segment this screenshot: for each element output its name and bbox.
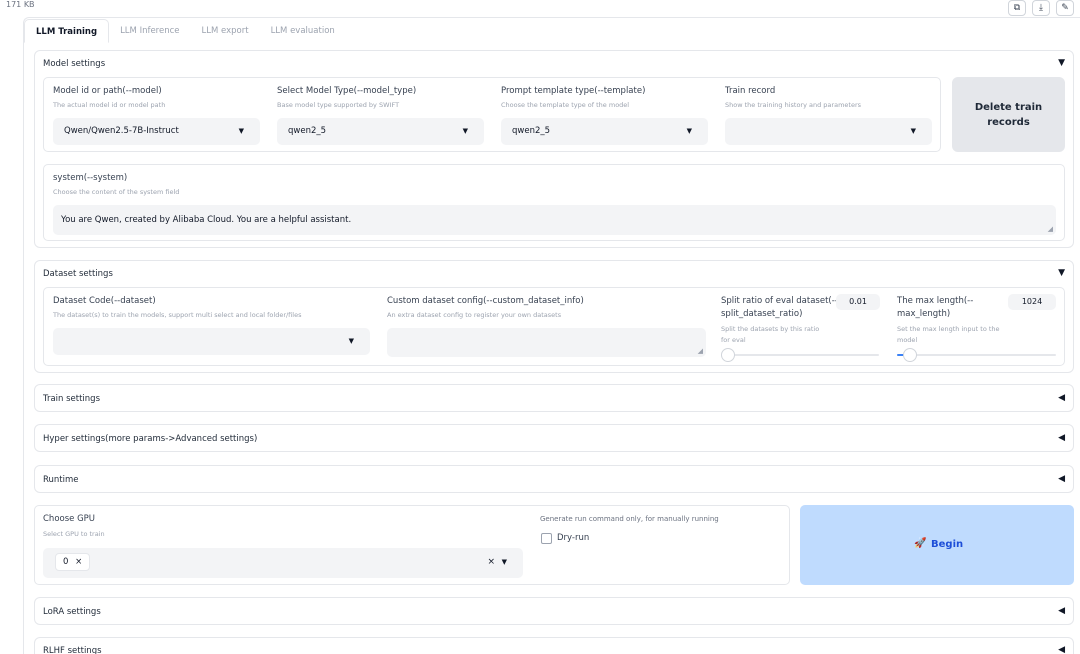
model-type-hint: Base model type supported by SWIFT bbox=[277, 101, 400, 109]
split-ratio-hint-line2: for eval bbox=[721, 336, 746, 344]
dataset-settings-section: Dataset settings ▼ Dataset Code(--datase… bbox=[34, 260, 1074, 373]
custom-dataset-label: Custom dataset config(--custom_dataset_i… bbox=[387, 296, 584, 306]
train-settings-section[interactable]: Train settings ◀ bbox=[34, 384, 1074, 412]
tab-llm-evaluation[interactable]: LLM evaluation bbox=[260, 19, 346, 43]
template-dropdown[interactable]: qwen2_5 ▼ bbox=[501, 118, 708, 145]
dry-run-label[interactable]: Dry-run bbox=[557, 533, 589, 543]
split-ratio-input[interactable]: 0.01 bbox=[836, 294, 880, 310]
edit-icon[interactable]: ✎ bbox=[1056, 0, 1074, 16]
model-value: Qwen/Qwen2.5-7B-Instruct bbox=[64, 126, 179, 136]
tab-llm-inference[interactable]: LLM Inference bbox=[109, 19, 190, 43]
model-label: Model id or path(--model) bbox=[53, 86, 162, 96]
model-type-label: Select Model Type(--model_type) bbox=[277, 86, 417, 96]
runtime-section[interactable]: Runtime ◀ bbox=[34, 465, 1074, 493]
begin-button[interactable]: 🚀 Begin bbox=[800, 505, 1074, 585]
tab-llm-training[interactable]: LLM Training bbox=[24, 19, 110, 43]
clear-all-icon[interactable]: × bbox=[487, 557, 495, 567]
dataset-label: Dataset Code(--dataset) bbox=[53, 296, 156, 306]
hyper-settings-section[interactable]: Hyper settings(more params->Advanced set… bbox=[34, 424, 1074, 452]
model-type-dropdown[interactable]: qwen2_5 ▼ bbox=[277, 118, 484, 145]
model-fields-group: Model id or path(--model) The actual mod… bbox=[43, 77, 941, 152]
resize-handle-icon[interactable]: ◢ bbox=[698, 347, 703, 355]
collapse-arrow-icon[interactable]: ◀ bbox=[1058, 606, 1065, 616]
lora-settings-title[interactable]: LoRA settings bbox=[43, 607, 101, 617]
model-hint: The actual model id or model path bbox=[53, 101, 166, 109]
caret-down-icon[interactable]: ▼ bbox=[502, 558, 507, 566]
model-type-value: qwen2_5 bbox=[288, 126, 327, 136]
custom-dataset-textarea[interactable]: ◢ bbox=[387, 328, 706, 357]
gpu-chip[interactable]: 0 × bbox=[55, 553, 91, 571]
system-hint: Choose the content of the system field bbox=[53, 188, 180, 196]
model-dropdown[interactable]: Qwen/Qwen2.5-7B-Instruct ▼ bbox=[53, 118, 260, 145]
system-label: system(--system) bbox=[53, 173, 128, 183]
train-settings-title[interactable]: Train settings bbox=[43, 394, 100, 404]
max-length-input[interactable]: 1024 bbox=[1008, 294, 1056, 310]
collapse-arrow-icon[interactable]: ◀ bbox=[1058, 645, 1065, 654]
gpu-dryrun-group: Choose GPU Select GPU to train 0 × × ▼ G… bbox=[34, 505, 790, 585]
collapse-arrow-icon[interactable]: ◀ bbox=[1058, 474, 1065, 484]
hyper-settings-title[interactable]: Hyper settings(more params->Advanced set… bbox=[43, 434, 257, 444]
max-length-slider-thumb[interactable] bbox=[903, 348, 917, 362]
begin-label: Begin bbox=[931, 539, 964, 550]
system-textarea[interactable]: You are Qwen, created by Alibaba Cloud. … bbox=[53, 205, 1056, 235]
rocket-icon: 🚀 bbox=[914, 538, 927, 549]
top-bar: 171 KB ⧉ ⤓ ✎ bbox=[0, 0, 1080, 16]
split-ratio-label-line2: split_dataset_ratio) bbox=[721, 309, 803, 319]
delete-train-records-button[interactable]: Delete train records bbox=[952, 77, 1065, 152]
top-icons: ⧉ ⤓ ✎ bbox=[1008, 0, 1074, 16]
caret-down-icon: ▼ bbox=[238, 127, 244, 135]
caret-down-icon: ▼ bbox=[910, 127, 916, 135]
dry-run-checkbox[interactable] bbox=[541, 533, 552, 544]
lora-settings-section[interactable]: LoRA settings ◀ bbox=[34, 597, 1074, 625]
file-size-label: 171 KB bbox=[6, 0, 35, 9]
max-length-hint-line1: Set the max length input to the bbox=[897, 325, 1000, 333]
copy-icon[interactable]: ⧉ bbox=[1008, 0, 1026, 16]
gpu-chip-label: 0 bbox=[63, 557, 69, 567]
caret-down-icon: ▼ bbox=[686, 127, 692, 135]
gpu-hint: Select GPU to train bbox=[43, 530, 105, 538]
template-hint: Choose the template type of the model bbox=[501, 101, 630, 109]
custom-dataset-hint: An extra dataset config to register your… bbox=[387, 311, 562, 319]
resize-handle-icon[interactable]: ◢ bbox=[1048, 225, 1053, 233]
rlhf-settings-section[interactable]: RLHF settings ◀ bbox=[34, 637, 1074, 654]
collapse-arrow-icon[interactable]: ◀ bbox=[1058, 433, 1065, 443]
download-icon[interactable]: ⤓ bbox=[1032, 0, 1050, 16]
split-ratio-slider[interactable] bbox=[721, 348, 879, 362]
gpu-multiselect[interactable]: 0 × × ▼ bbox=[43, 548, 523, 578]
rlhf-settings-title[interactable]: RLHF settings bbox=[43, 646, 102, 654]
expand-arrow-icon[interactable]: ▼ bbox=[1058, 268, 1065, 278]
train-record-hint: Show the training history and parameters bbox=[725, 101, 862, 109]
tab-llm-export[interactable]: LLM export bbox=[191, 19, 260, 43]
expand-arrow-icon[interactable]: ▼ bbox=[1058, 58, 1065, 68]
system-group: system(--system) Choose the content of t… bbox=[43, 164, 1065, 241]
split-ratio-slider-thumb[interactable] bbox=[721, 348, 735, 362]
caret-down-icon: ▼ bbox=[462, 127, 468, 135]
train-record-dropdown[interactable]: ▼ bbox=[725, 118, 932, 145]
dataset-fields-group: Dataset Code(--dataset) The dataset(s) t… bbox=[43, 287, 1065, 366]
runtime-title[interactable]: Runtime bbox=[43, 475, 79, 485]
train-record-label: Train record bbox=[725, 86, 776, 96]
max-length-slider[interactable] bbox=[897, 348, 1056, 362]
gpu-label: Choose GPU bbox=[43, 514, 96, 524]
caret-down-icon: ▼ bbox=[348, 337, 354, 345]
max-length-label-line1: The max length(-- bbox=[897, 296, 974, 306]
split-ratio-label-line1: Split ratio of eval dataset(-- bbox=[721, 296, 838, 306]
system-value: You are Qwen, created by Alibaba Cloud. … bbox=[61, 215, 352, 225]
template-label: Prompt template type(--template) bbox=[501, 86, 646, 96]
collapse-arrow-icon[interactable]: ◀ bbox=[1058, 393, 1065, 403]
max-length-label-line2: max_length) bbox=[897, 309, 951, 319]
dataset-hint: The dataset(s) to train the models, supp… bbox=[53, 311, 302, 319]
tab-bar: LLM Training LLM Inference LLM export LL… bbox=[24, 19, 346, 43]
remove-chip-icon[interactable]: × bbox=[75, 557, 82, 567]
dry-run-hint: Generate run command only, for manually … bbox=[540, 515, 719, 523]
max-length-hint-line2: model bbox=[897, 336, 918, 344]
dataset-settings-title[interactable]: Dataset settings bbox=[43, 269, 113, 279]
model-settings-section: Model settings ▼ Model id or path(--mode… bbox=[34, 50, 1074, 248]
model-settings-title[interactable]: Model settings bbox=[43, 59, 105, 69]
dataset-dropdown[interactable]: ▼ bbox=[53, 328, 370, 355]
template-value: qwen2_5 bbox=[512, 126, 551, 136]
split-ratio-hint-line1: Split the datasets by this ratio bbox=[721, 325, 820, 333]
